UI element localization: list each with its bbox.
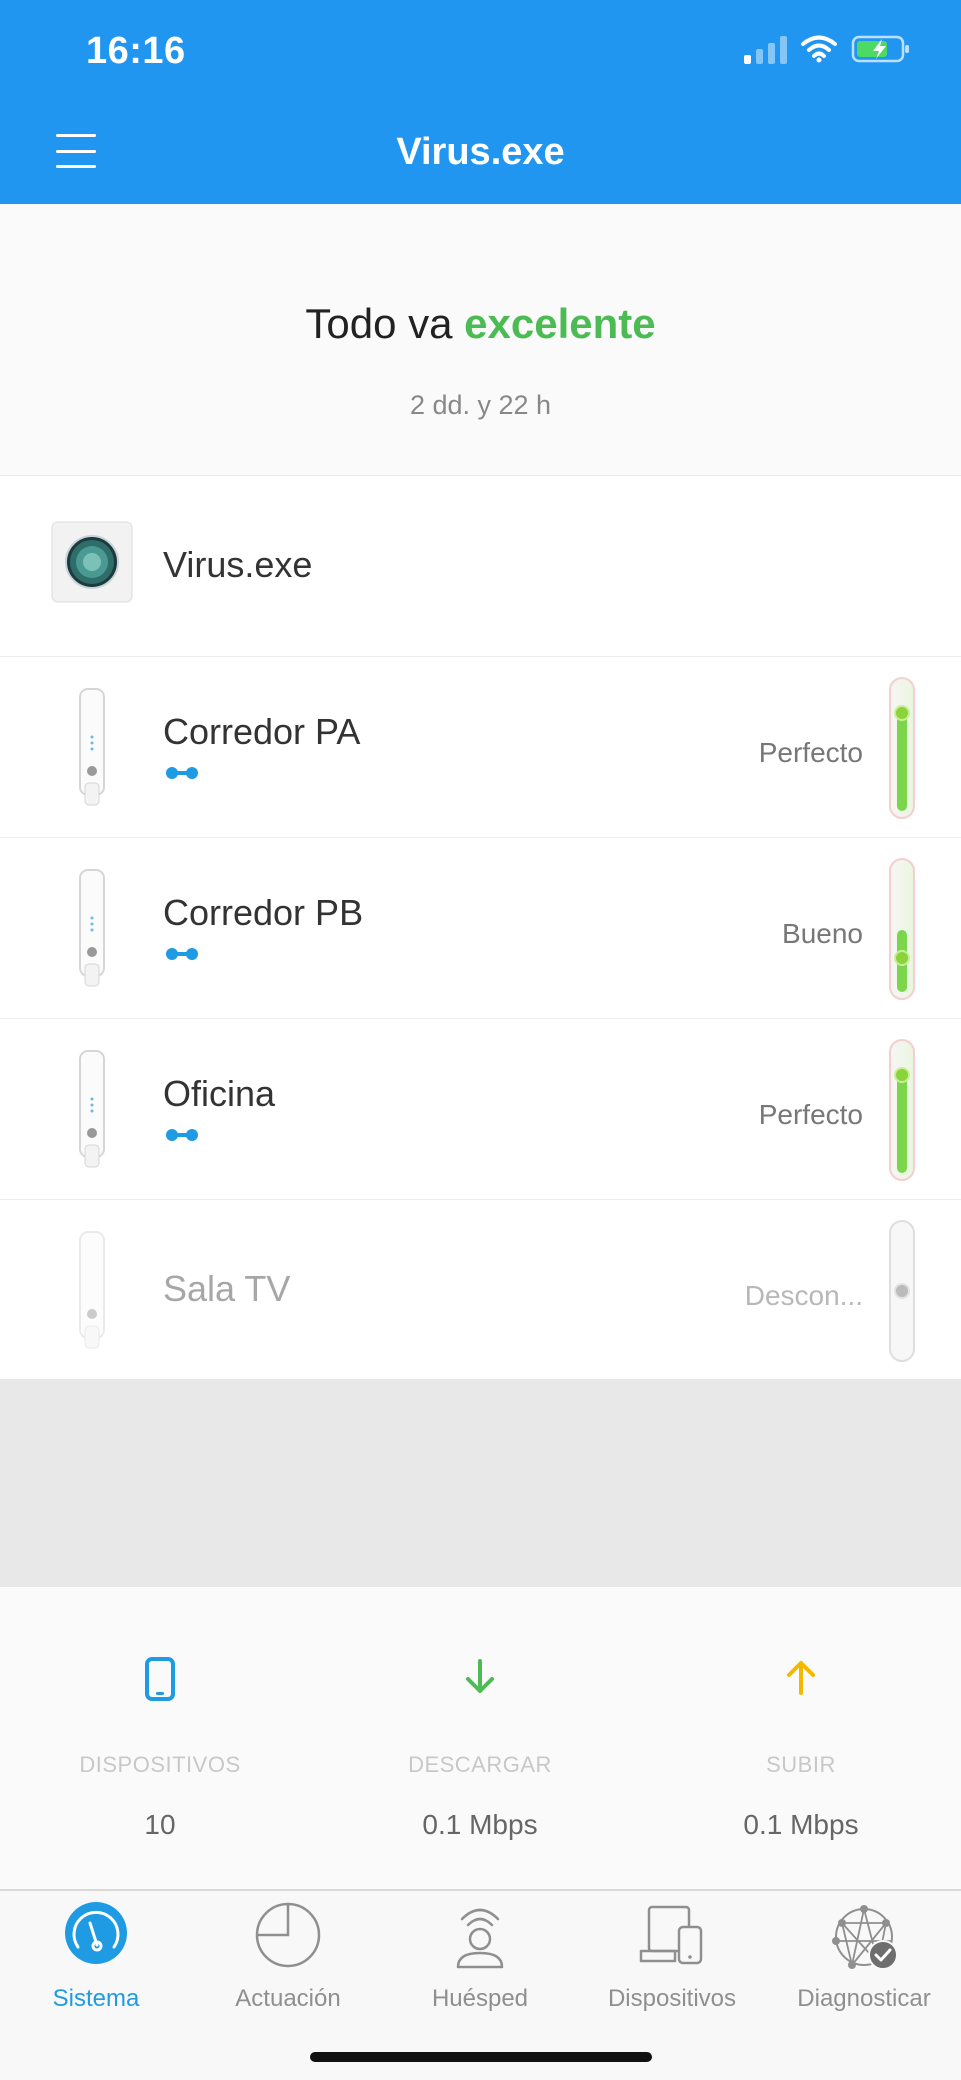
device-name: Virus.exe — [163, 544, 313, 585]
gauge-icon — [65, 1902, 127, 1964]
device-name: Corredor PB — [163, 892, 364, 933]
signal-meter — [889, 677, 915, 819]
stat-value: 0.1 Mbps — [422, 1809, 538, 1840]
stat-label: SUBIR — [766, 1752, 836, 1777]
status-word: excelente — [464, 300, 656, 347]
device-row-virus-exe[interactable]: Virus.exe — [0, 476, 961, 657]
mesh-point-icon — [79, 1050, 105, 1168]
signal-meter-dot — [894, 950, 910, 966]
app-header: 16:16 Virus.exe — [0, 0, 961, 204]
status-time: 16:16 — [86, 30, 186, 72]
signal-meter — [889, 1039, 915, 1181]
mesh-point-icon — [79, 1231, 105, 1349]
status-icons — [744, 34, 911, 64]
stat-download[interactable]: DESCARGAR 0.1 Mbps — [320, 1587, 640, 1889]
status-prefix: Todo va — [305, 300, 453, 347]
phone-icon — [145, 1657, 175, 1701]
device-row-oficina[interactable]: Oficina Perfecto — [0, 1019, 961, 1200]
wifi-icon — [801, 35, 837, 63]
devices-icon — [639, 1905, 703, 1965]
tab-sistema[interactable]: Sistema — [0, 1891, 192, 2021]
signal-meter-dot — [894, 1067, 910, 1083]
battery-charging-icon — [851, 35, 909, 63]
guest-icon — [456, 1908, 504, 1969]
network-check-icon — [832, 1905, 898, 1970]
signal-meter-fill — [897, 1073, 907, 1173]
cellular-signal-icon — [744, 34, 787, 64]
device-name: Oficina — [163, 1073, 276, 1114]
uptime-text: 2 dd. y 22 h — [409, 390, 552, 420]
device-name: Corredor PA — [163, 711, 361, 752]
mesh-point-icon — [79, 869, 105, 987]
stat-label: DESCARGAR — [408, 1752, 552, 1777]
mesh-link-icon — [166, 948, 198, 960]
stat-devices[interactable]: DISPOSITIVOS 10 — [0, 1587, 320, 1889]
arrow-up-icon — [787, 1661, 815, 1695]
stat-label: DISPOSITIVOS — [79, 1752, 241, 1777]
signal-meter-fill — [897, 711, 907, 811]
tab-huesped[interactable]: Huésped — [384, 1891, 576, 2021]
device-row-corredor-pa[interactable]: Corredor PA Perfecto — [0, 657, 961, 838]
mesh-link-icon — [166, 1129, 198, 1141]
tab-actuacion[interactable]: Actuación — [192, 1891, 384, 2021]
signal-quality: Perfecto — [758, 737, 863, 768]
signal-quality: Perfecto — [758, 1099, 863, 1130]
empty-area — [0, 1379, 961, 1587]
home-indicator[interactable] — [310, 2052, 652, 2062]
tab-label: Dispositivos — [607, 1985, 737, 2012]
tab-dispositivos[interactable]: Dispositivos — [576, 1891, 768, 2021]
pie-chart-icon — [255, 1902, 321, 1968]
mesh-point-icon — [79, 688, 105, 806]
signal-meter — [889, 858, 915, 1000]
router-icon — [51, 521, 133, 603]
signal-meter-dot — [894, 705, 910, 721]
system-status: Todo va excelente — [0, 300, 961, 348]
mesh-link-icon — [166, 767, 198, 779]
device-name: Sala TV — [163, 1268, 291, 1309]
stat-value: 10 — [144, 1809, 176, 1840]
device-row-sala-tv[interactable]: Sala TV Descon... — [0, 1200, 961, 1381]
tab-diagnosticar[interactable]: Diagnosticar — [768, 1891, 960, 2021]
signal-quality: Descon... — [744, 1280, 863, 1311]
system-summary: Todo va excelente 2 dd. y 22 h — [0, 204, 961, 476]
tab-label: Diagnosticar — [797, 1985, 931, 2012]
device-list: Virus.exe Corredor PA Perfecto Corredor … — [0, 476, 961, 1381]
tab-label: Huésped — [431, 1985, 529, 2012]
arrow-down-icon — [466, 1659, 494, 1693]
stat-upload[interactable]: SUBIR 0.1 Mbps — [641, 1587, 961, 1889]
device-row-corredor-pb[interactable]: Corredor PB Bueno — [0, 838, 961, 1019]
signal-meter-dot — [894, 1283, 910, 1299]
tab-label: Sistema — [52, 1985, 140, 2012]
tab-label: Actuación — [235, 1985, 341, 2012]
network-stats: DISPOSITIVOS 10 DESCARGAR 0.1 Mbps SUBIR… — [0, 1587, 961, 1889]
signal-quality: Bueno — [782, 918, 863, 949]
page-title: Virus.exe — [396, 131, 565, 173]
stat-value: 0.1 Mbps — [743, 1809, 859, 1840]
signal-meter — [889, 1220, 915, 1362]
